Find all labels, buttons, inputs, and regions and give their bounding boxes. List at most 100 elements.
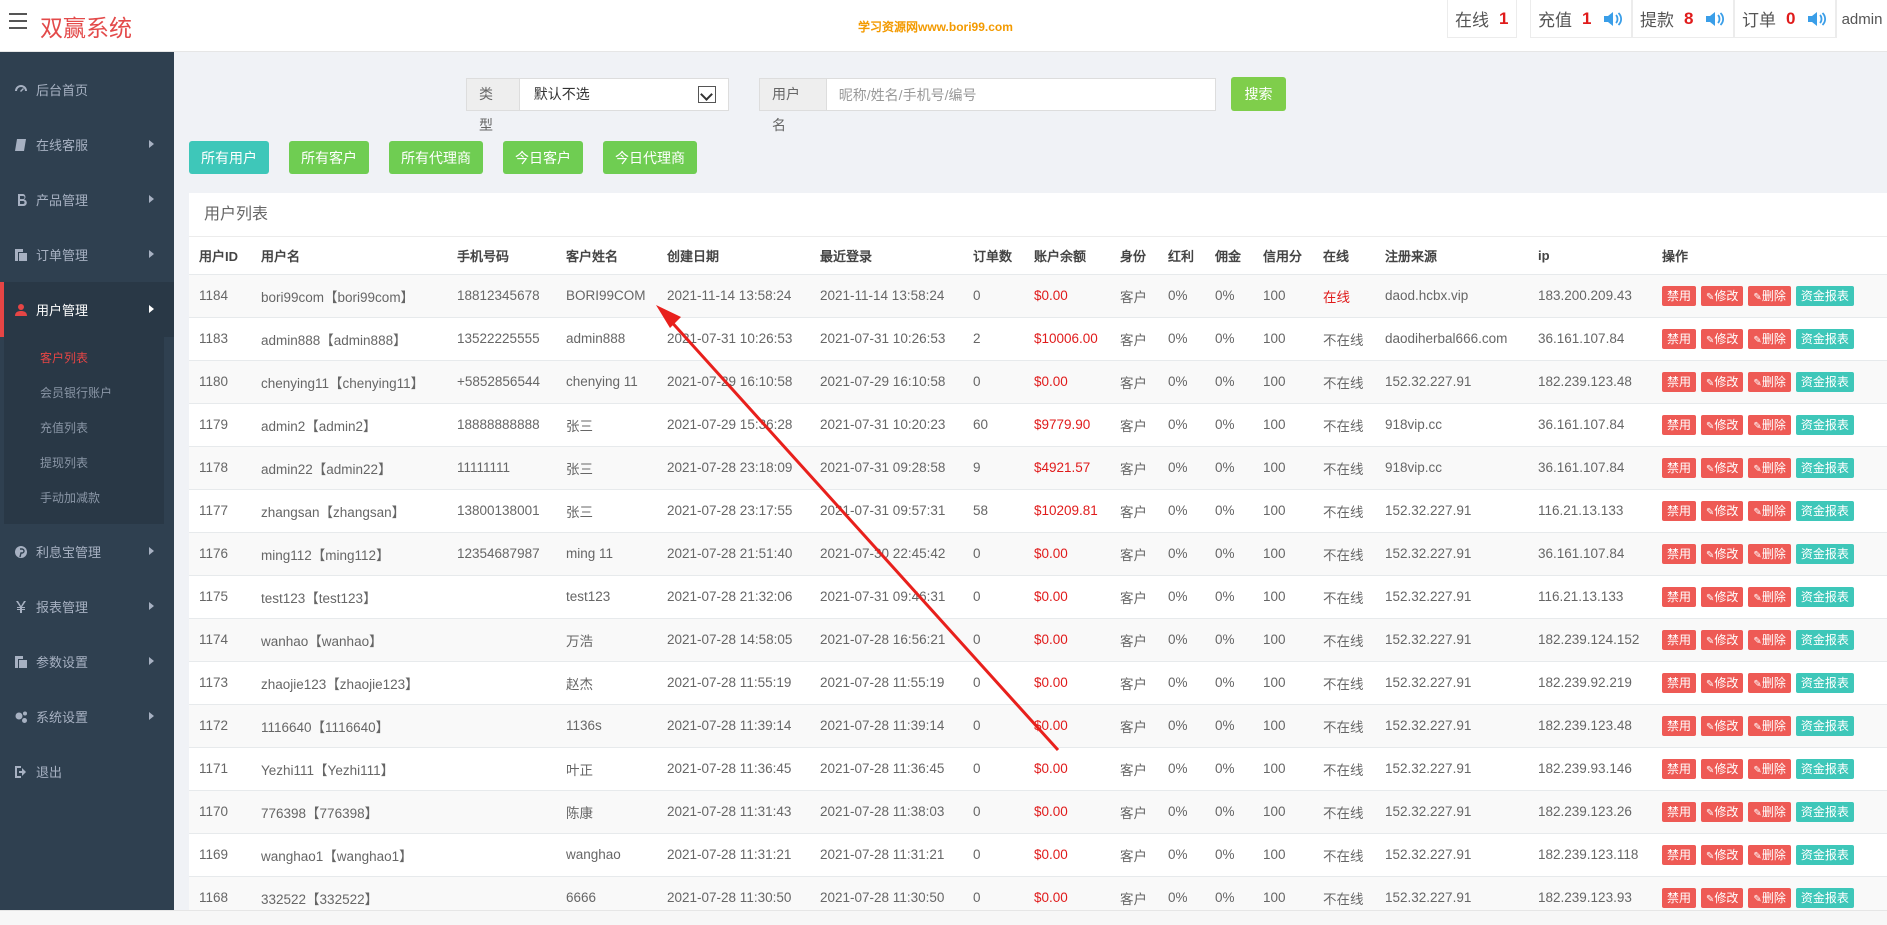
sidebar-item-orders[interactable]: 订单管理: [0, 227, 174, 282]
fund-report-button[interactable]: 资金报表: [1795, 285, 1854, 306]
fund-report-button[interactable]: 资金报表: [1795, 758, 1854, 779]
subnav-customer-list[interactable]: 客户列表: [40, 341, 164, 376]
fund-report-button[interactable]: 资金报表: [1795, 457, 1854, 478]
actions-cell: 禁用修改删除资金报表: [1652, 488, 1887, 532]
disable-button[interactable]: 禁用: [1662, 586, 1697, 607]
sidebar-item-interest[interactable]: 利息宝管理: [0, 524, 174, 579]
edit-button[interactable]: 修改: [1701, 887, 1744, 908]
speaker-icon[interactable]: [1603, 10, 1623, 28]
subnav-bank-accounts[interactable]: 会员银行账户: [40, 376, 164, 411]
filter-today-customers-button[interactable]: 今日客户: [503, 141, 583, 174]
subnav-withdraw-list[interactable]: 提现列表: [40, 446, 164, 481]
edit-button[interactable]: 修改: [1701, 543, 1744, 564]
subnav-manual-adjust[interactable]: 手动加减款: [40, 481, 164, 516]
disable-button[interactable]: 禁用: [1662, 457, 1697, 478]
delete-button[interactable]: 删除: [1748, 328, 1791, 349]
delete-button[interactable]: 删除: [1748, 672, 1791, 693]
fund-report-button[interactable]: 资金报表: [1795, 500, 1854, 521]
disable-button[interactable]: 禁用: [1662, 500, 1697, 521]
disable-button[interactable]: 禁用: [1662, 371, 1697, 392]
subnav-recharge-list[interactable]: 充值列表: [40, 411, 164, 446]
fund-report-button[interactable]: 资金报表: [1795, 801, 1854, 822]
created-date-cell: 2021-07-28 23:18:09: [657, 445, 810, 489]
edit-button[interactable]: 修改: [1701, 629, 1744, 650]
filter-all-users-button[interactable]: 所有用户: [189, 141, 269, 174]
fund-report-button[interactable]: 资金报表: [1795, 844, 1854, 865]
search-button[interactable]: 搜索: [1231, 77, 1286, 111]
edit-button[interactable]: 修改: [1701, 586, 1744, 607]
balance-cell: $0.00: [1024, 574, 1110, 618]
filter-all-customers-button[interactable]: 所有客户: [289, 141, 369, 174]
stat-withdraw[interactable]: 提款 8: [1632, 0, 1734, 38]
sidebar-item-dashboard[interactable]: 后台首页: [0, 62, 174, 117]
fund-report-button[interactable]: 资金报表: [1795, 328, 1854, 349]
delete-button[interactable]: 删除: [1748, 457, 1791, 478]
disable-button[interactable]: 禁用: [1662, 801, 1697, 822]
delete-button[interactable]: 删除: [1748, 285, 1791, 306]
stat-recharge[interactable]: 充值 1: [1530, 0, 1632, 38]
edit-button[interactable]: 修改: [1701, 371, 1744, 392]
edit-button[interactable]: 修改: [1701, 500, 1744, 521]
type-select[interactable]: 默认不选: [520, 79, 728, 110]
username-cell: 332522【332522】: [251, 875, 447, 910]
speaker-icon[interactable]: [1705, 10, 1725, 28]
sidebar-item-users[interactable]: 用户管理: [0, 282, 174, 337]
table-row: 1168 332522【332522】 6666 2021-07-28 11:30:5…: [189, 875, 1887, 910]
fund-report-button[interactable]: 资金报表: [1795, 543, 1854, 564]
fund-report-button[interactable]: 资金报表: [1795, 672, 1854, 693]
edit-button[interactable]: 修改: [1701, 457, 1744, 478]
disable-button[interactable]: 禁用: [1662, 285, 1697, 306]
disable-button[interactable]: 禁用: [1662, 887, 1697, 908]
edit-button[interactable]: 修改: [1701, 285, 1744, 306]
sidebar-item-products[interactable]: 产品管理: [0, 172, 174, 227]
fund-report-button[interactable]: 资金报表: [1795, 371, 1854, 392]
speaker-icon[interactable]: [1807, 10, 1827, 28]
disable-button[interactable]: 禁用: [1662, 414, 1697, 435]
edit-button[interactable]: 修改: [1701, 758, 1744, 779]
delete-button[interactable]: 删除: [1748, 586, 1791, 607]
sidebar-item-system[interactable]: 系统设置: [0, 689, 174, 744]
disable-button[interactable]: 禁用: [1662, 758, 1697, 779]
fund-report-button[interactable]: 资金报表: [1795, 629, 1854, 650]
admin-user-menu[interactable]: admin: [1836, 0, 1887, 38]
disable-button[interactable]: 禁用: [1662, 715, 1697, 736]
disable-button[interactable]: 禁用: [1662, 629, 1697, 650]
delete-button[interactable]: 删除: [1748, 543, 1791, 564]
fund-report-button[interactable]: 资金报表: [1795, 586, 1854, 607]
sidebar-item-logout[interactable]: 退出: [0, 744, 174, 799]
disable-button[interactable]: 禁用: [1662, 672, 1697, 693]
fund-report-button[interactable]: 资金报表: [1795, 887, 1854, 908]
edit-button[interactable]: 修改: [1701, 414, 1744, 435]
delete-button[interactable]: 删除: [1748, 500, 1791, 521]
filter-all-agents-button[interactable]: 所有代理商: [389, 141, 483, 174]
disable-button[interactable]: 禁用: [1662, 844, 1697, 865]
sidebar-item-online-service[interactable]: 在线客服: [0, 117, 174, 172]
delete-button[interactable]: 删除: [1748, 371, 1791, 392]
disable-button[interactable]: 禁用: [1662, 328, 1697, 349]
stat-online[interactable]: 在线 1: [1447, 0, 1517, 38]
delete-button[interactable]: 删除: [1748, 414, 1791, 435]
bonus-cell: 0%: [1158, 445, 1205, 489]
order-count-cell: 0: [963, 617, 1024, 661]
stat-orders[interactable]: 订单 0: [1734, 0, 1836, 38]
fund-report-button[interactable]: 资金报表: [1795, 715, 1854, 736]
commission-cell: 0%: [1205, 445, 1253, 489]
disable-button[interactable]: 禁用: [1662, 543, 1697, 564]
edit-button[interactable]: 修改: [1701, 801, 1744, 822]
search-input[interactable]: [826, 79, 1215, 110]
hamburger-menu-icon[interactable]: [9, 13, 27, 29]
delete-button[interactable]: 删除: [1748, 844, 1791, 865]
delete-button[interactable]: 删除: [1748, 715, 1791, 736]
edit-button[interactable]: 修改: [1701, 715, 1744, 736]
delete-button[interactable]: 删除: [1748, 758, 1791, 779]
edit-button[interactable]: 修改: [1701, 328, 1744, 349]
filter-today-agents-button[interactable]: 今日代理商: [603, 141, 697, 174]
sidebar-item-reports[interactable]: 报表管理: [0, 579, 174, 634]
delete-button[interactable]: 删除: [1748, 629, 1791, 650]
sidebar-item-params[interactable]: 参数设置: [0, 634, 174, 689]
edit-button[interactable]: 修改: [1701, 844, 1744, 865]
edit-button[interactable]: 修改: [1701, 672, 1744, 693]
delete-button[interactable]: 删除: [1748, 887, 1791, 908]
fund-report-button[interactable]: 资金报表: [1795, 414, 1854, 435]
delete-button[interactable]: 删除: [1748, 801, 1791, 822]
